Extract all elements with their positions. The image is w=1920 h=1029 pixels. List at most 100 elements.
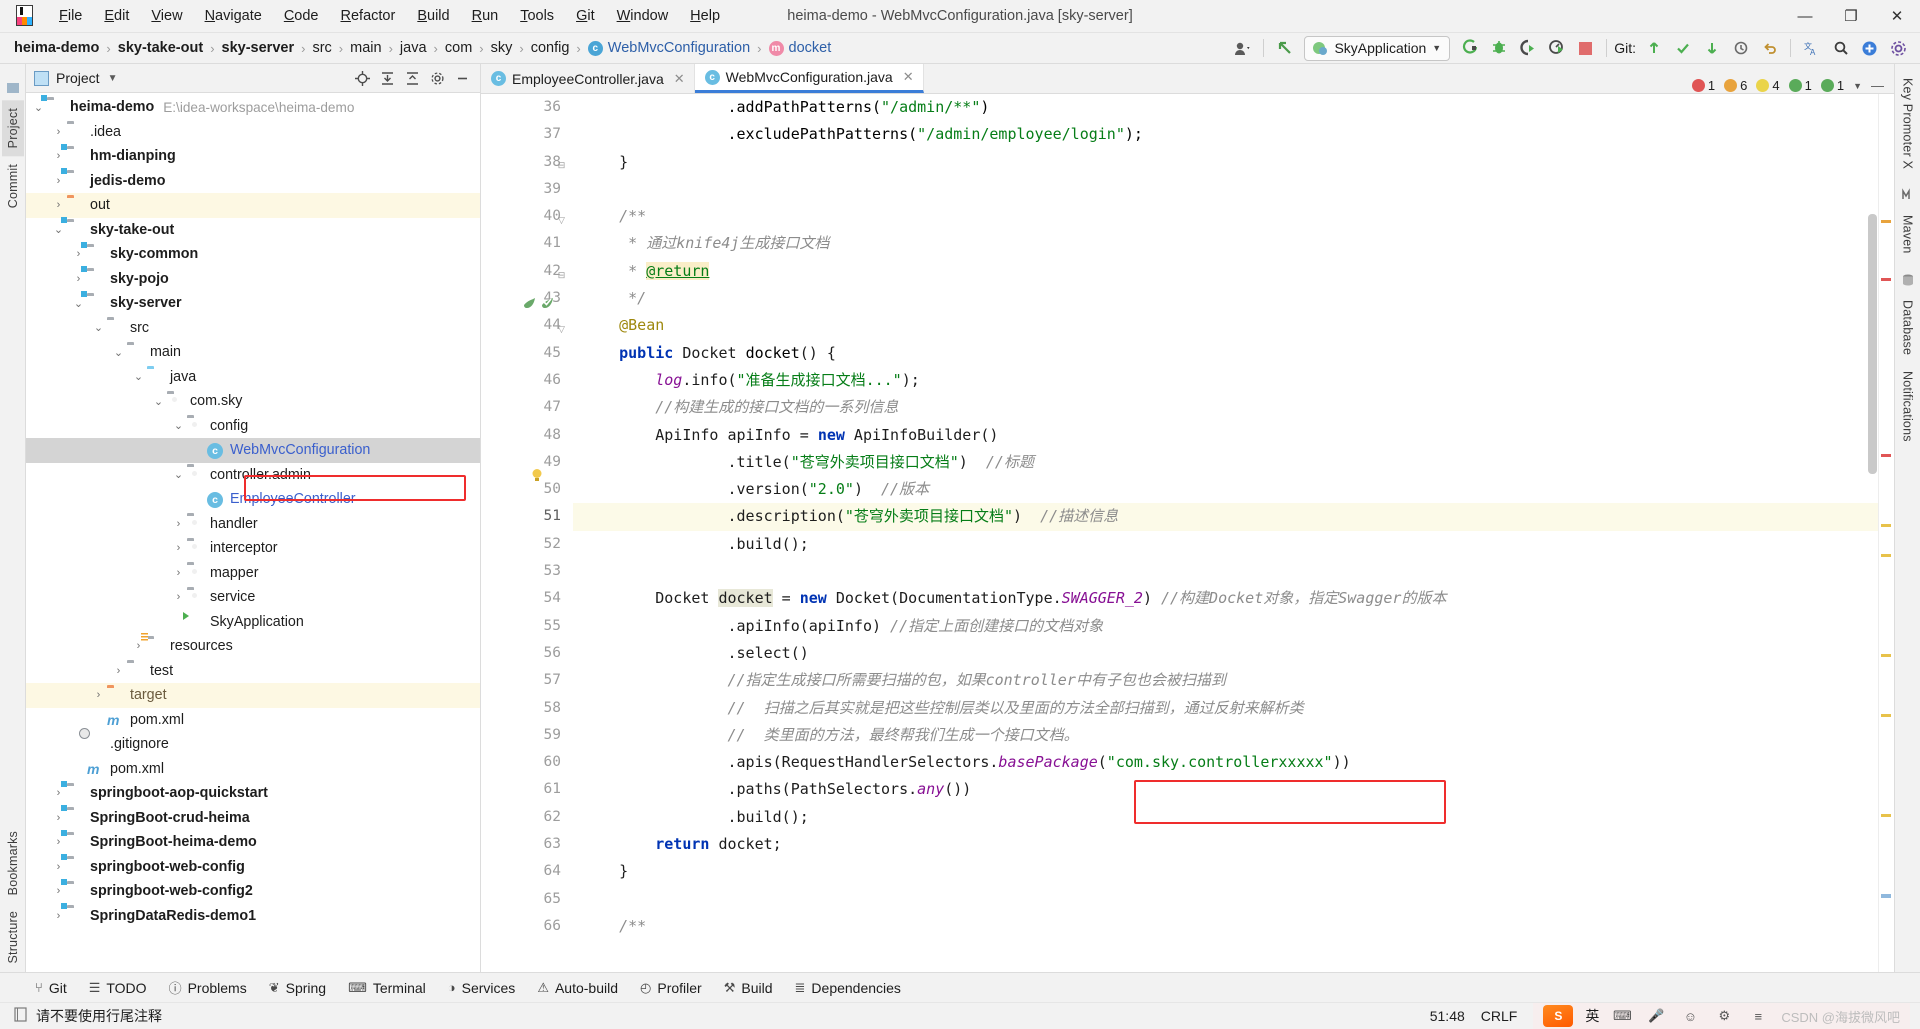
mic-icon[interactable]: 🎤 (1645, 1006, 1667, 1026)
tree-item-config[interactable]: ⌄ config (26, 414, 480, 439)
tree-item-pom-xml[interactable]: m pom.xml (26, 757, 480, 782)
chevron-right-icon[interactable]: › (50, 910, 67, 922)
project-tree[interactable]: ⌄ heima-demo E:\idea-workspace\heima-demo ›… (26, 93, 480, 972)
chevron-down-icon[interactable]: ⌄ (90, 321, 107, 334)
breadcrumb-item-webmvcconfiguration[interactable]: c WebMvcConfiguration (584, 38, 754, 58)
menu-item-refactor[interactable]: Refactor (330, 4, 407, 28)
breadcrumb-item-java[interactable]: java (396, 38, 431, 58)
settings-icon[interactable] (425, 67, 449, 89)
tree-item-main[interactable]: ⌄ main (26, 340, 480, 365)
caret-position[interactable]: 51:48 (1430, 1008, 1465, 1024)
error-marker-strip[interactable] (1878, 94, 1894, 972)
menu-item-build[interactable]: Build (406, 4, 460, 28)
hide-icon[interactable] (450, 67, 474, 89)
run-icon[interactable] (1456, 36, 1483, 61)
code-line[interactable]: .version("2.0") //版本 (573, 476, 1894, 503)
tree-item-pom-xml[interactable]: m pom.xml (26, 708, 480, 733)
close-button[interactable]: ✕ (1874, 0, 1920, 33)
code-line[interactable]: .description("苍穹外卖项目接口文档") //描述信息 (573, 503, 1894, 531)
line-separator[interactable]: CRLF (1481, 1008, 1518, 1024)
chevron-right-icon[interactable]: › (50, 175, 67, 187)
history-icon[interactable] (1727, 36, 1754, 61)
bottom-tab-problems[interactable]: ⓘ Problems (158, 975, 258, 1000)
tree-item-interceptor[interactable]: › interceptor (26, 536, 480, 561)
tree-item-src[interactable]: ⌄ src (26, 316, 480, 341)
profiler-icon[interactable] (1543, 36, 1570, 61)
tree-item-resources[interactable]: › resources (26, 634, 480, 659)
breadcrumb-item-heima-demo[interactable]: heima-demo (10, 38, 103, 58)
tree-item--idea[interactable]: › .idea (26, 120, 480, 145)
bottom-tool-window-bar[interactable]: ⑂ Git ☰ TODO ⓘ Problems ❦ Spring ⌨ Terminal ◑ Servi… (0, 972, 1920, 1002)
inspection-widget[interactable]: 1 6 4 1 1 ▼ — (1682, 78, 1894, 93)
code-folding-gutter[interactable]: ⊟ ▽ ⊟ ▽ (553, 94, 571, 972)
emoji-icon[interactable]: ☺ (1679, 1006, 1701, 1026)
menu-icon[interactable]: ≡ (1747, 1006, 1769, 1026)
run-configuration-selector[interactable]: SkyApplication ▼ (1304, 35, 1451, 61)
ime-mode[interactable]: 英 (1585, 1006, 1599, 1026)
chevron-right-icon[interactable]: › (170, 591, 187, 603)
tree-item-handler[interactable]: › handler (26, 512, 480, 537)
tree-item-employeecontroller[interactable]: c EmployeeController (26, 487, 480, 512)
main-menu[interactable]: File Edit View Navigate Code Refactor Build Run… (48, 4, 731, 28)
bottom-tab-services[interactable]: ◑ Services (437, 977, 527, 999)
sidebar-item-key-promoter[interactable]: Key Promoter X (1897, 70, 1919, 177)
tree-item-springboot-aop-quickstart[interactable]: › springboot-aop-quickstart (26, 781, 480, 806)
bean-check-gutter-icon[interactable] (539, 296, 555, 315)
sidebar-item-database[interactable]: Database (1897, 292, 1919, 363)
settings-icon[interactable] (1885, 36, 1912, 61)
code-line[interactable]: //指定生成接口所需要扫描的包，如果controller中有子包也会被扫描到 (573, 667, 1894, 694)
sidebar-item-commit[interactable]: Commit (2, 156, 24, 216)
menu-item-file[interactable]: File (48, 4, 93, 28)
code-line[interactable]: .addPathPatterns("/admin/**") (573, 94, 1894, 121)
code-line[interactable]: // 扫描之后其实就是把这些控制层类以及里面的方法全部扫描到，通过反射来解析类 (573, 695, 1894, 722)
sidebar-item-maven[interactable]: Maven (1897, 207, 1919, 262)
breadcrumb-item-sky-server[interactable]: sky-server (218, 38, 299, 58)
inspection-ok[interactable]: 1 (1820, 78, 1844, 93)
bean-gutter-icon[interactable] (521, 296, 537, 315)
locate-icon[interactable] (350, 67, 374, 89)
breadcrumb-item-com[interactable]: com (441, 38, 476, 58)
tree-item-heima-demo[interactable]: ⌄ heima-demo E:\idea-workspace\heima-demo (26, 95, 480, 120)
sidebar-item-bookmarks[interactable]: Bookmarks (2, 823, 24, 903)
code-line[interactable]: Docket docket = new Docket(Documentation… (573, 585, 1894, 612)
tree-item-springboot-crud-heima[interactable]: › SpringBoot-crud-heima (26, 806, 480, 831)
bottom-tab-auto-build[interactable]: ⚠ Auto-build (526, 977, 629, 999)
menu-item-window[interactable]: Window (606, 4, 680, 28)
expand-all-icon[interactable] (375, 67, 399, 89)
chevron-right-icon[interactable]: › (50, 199, 67, 211)
chevron-down-icon[interactable]: ▼ (1853, 81, 1862, 91)
code-line[interactable]: */ (573, 285, 1894, 312)
chevron-right-icon[interactable]: › (170, 567, 187, 579)
editor-scrollbar[interactable] (1868, 214, 1877, 474)
tree-item-mapper[interactable]: › mapper (26, 561, 480, 586)
breadcrumb-item-sky-take-out[interactable]: sky-take-out (114, 38, 207, 58)
chevron-down-icon[interactable]: ⌄ (50, 223, 67, 236)
tree-item-springboot-heima-demo[interactable]: › SpringBoot-heima-demo (26, 830, 480, 855)
tree-item-sky-common[interactable]: › sky-common (26, 242, 480, 267)
code-line[interactable]: * 通过knife4j生成接口文档 (573, 230, 1894, 257)
tree-item-test[interactable]: › test (26, 659, 480, 684)
chevron-down-icon[interactable]: ⌄ (170, 468, 187, 481)
chevron-right-icon[interactable]: › (50, 787, 67, 799)
chevron-right-icon[interactable]: › (170, 542, 187, 554)
tree-item-springboot-web-config[interactable]: › springboot-web-config (26, 855, 480, 880)
git-update-icon[interactable] (1640, 36, 1667, 61)
inspection-weak-warning[interactable]: 4 (1756, 78, 1780, 93)
tree-item-sky-pojo[interactable]: › sky-pojo (26, 267, 480, 292)
hide-icon[interactable]: — (1871, 78, 1884, 93)
chevron-down-icon[interactable]: ⌄ (110, 346, 127, 359)
code-line[interactable]: * @return (573, 258, 1894, 285)
breadcrumb-item-docket[interactable]: m docket (765, 38, 836, 58)
tree-item-java[interactable]: ⌄ java (26, 365, 480, 390)
code-line[interactable]: //构建生成的接口文档的一系列信息 (573, 394, 1894, 421)
bottom-tab-profiler[interactable]: ◴ Profiler (629, 977, 713, 999)
code-line[interactable]: public Docket docket() { (573, 340, 1894, 367)
breadcrumb-item-src[interactable]: src (308, 38, 335, 58)
tree-item-out[interactable]: › out (26, 193, 480, 218)
menu-item-tools[interactable]: Tools (509, 4, 565, 28)
tree-item-controller-admin[interactable]: ⌄ controller.admin (26, 463, 480, 488)
chevron-right-icon[interactable]: › (70, 248, 87, 260)
user-avatar-icon[interactable] (1229, 36, 1256, 61)
chevron-down-icon[interactable]: ▼ (108, 73, 118, 84)
inspection-typo[interactable]: 1 (1788, 78, 1812, 93)
